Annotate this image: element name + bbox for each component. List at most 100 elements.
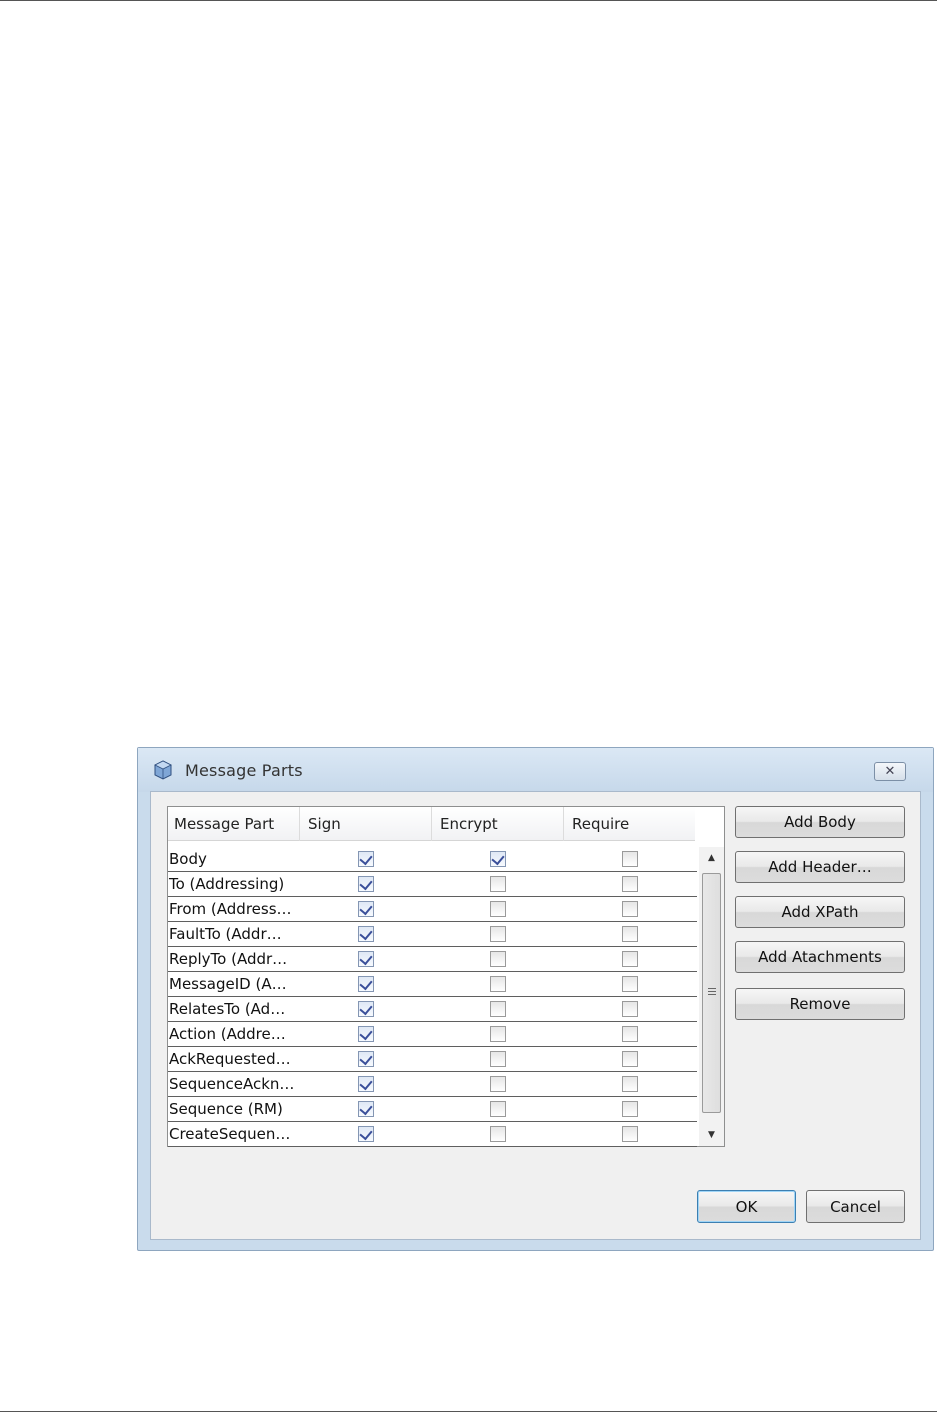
add-header-button[interactable]: Add Header… — [735, 851, 905, 883]
sign-cell — [300, 972, 432, 996]
table-row[interactable]: SequenceAckn… — [168, 1072, 697, 1097]
ok-button[interactable]: OK — [697, 1190, 796, 1223]
message-part-name: ReplyTo (Addr… — [169, 950, 288, 968]
sign-checkbox[interactable] — [358, 901, 374, 917]
encrypt-checkbox[interactable] — [490, 1126, 506, 1142]
encrypt-checkbox[interactable] — [490, 851, 506, 867]
require-cell — [564, 847, 697, 871]
require-checkbox[interactable] — [622, 1076, 638, 1092]
message-part-name: RelatesTo (Ad… — [169, 1000, 286, 1018]
sign-checkbox[interactable] — [358, 1051, 374, 1067]
cancel-button[interactable]: Cancel — [806, 1190, 905, 1223]
encrypt-cell — [432, 1122, 564, 1146]
require-cell — [564, 897, 697, 921]
message-part-name: CreateSequen… — [169, 1125, 291, 1143]
message-parts-table: Message Part Sign Encrypt Require Body To… — [167, 806, 725, 1147]
require-cell — [564, 1072, 697, 1096]
sign-cell — [300, 1047, 432, 1071]
table-row[interactable]: Action (Addre… — [168, 1022, 697, 1047]
dialog-titlebar[interactable]: Message Parts ✕ — [138, 748, 933, 792]
page-bottom-rule — [0, 1411, 937, 1412]
vertical-scrollbar[interactable]: ▲ ▼ — [699, 847, 724, 1146]
column-header-message-part[interactable]: Message Part — [168, 807, 300, 841]
table-row[interactable]: AckRequested… — [168, 1047, 697, 1072]
encrypt-checkbox[interactable] — [490, 876, 506, 892]
message-parts-dialog: Message Parts ✕ Message Part Sign Encryp… — [137, 747, 934, 1251]
sign-checkbox[interactable] — [358, 851, 374, 867]
table-row[interactable]: ReplyTo (Addr… — [168, 947, 697, 972]
sign-cell — [300, 1072, 432, 1096]
encrypt-checkbox[interactable] — [490, 1101, 506, 1117]
message-part-name: AckRequested… — [169, 1050, 291, 1068]
close-button[interactable]: ✕ — [874, 762, 906, 781]
require-checkbox[interactable] — [622, 951, 638, 967]
table-row[interactable]: CreateSequen… — [168, 1122, 697, 1147]
sign-checkbox[interactable] — [358, 926, 374, 942]
require-checkbox[interactable] — [622, 926, 638, 942]
encrypt-checkbox[interactable] — [490, 976, 506, 992]
column-header-sign[interactable]: Sign — [300, 807, 432, 841]
require-checkbox[interactable] — [622, 876, 638, 892]
sign-cell — [300, 922, 432, 946]
encrypt-cell — [432, 847, 564, 871]
sign-cell — [300, 872, 432, 896]
require-checkbox[interactable] — [622, 1026, 638, 1042]
require-cell — [564, 1047, 697, 1071]
table-row[interactable]: To (Addressing) — [168, 872, 697, 897]
sign-cell — [300, 997, 432, 1021]
require-checkbox[interactable] — [622, 976, 638, 992]
require-checkbox[interactable] — [622, 901, 638, 917]
require-checkbox[interactable] — [622, 1101, 638, 1117]
encrypt-cell — [432, 872, 564, 896]
sign-checkbox[interactable] — [358, 976, 374, 992]
table-row[interactable]: FaultTo (Addr… — [168, 922, 697, 947]
message-part-name: To (Addressing) — [169, 875, 285, 893]
require-checkbox[interactable] — [622, 1001, 638, 1017]
add-xpath-button[interactable]: Add XPath — [735, 896, 905, 928]
require-checkbox[interactable] — [622, 1126, 638, 1142]
add-attachments-button[interactable]: Add Atachments — [735, 941, 905, 973]
sign-checkbox[interactable] — [358, 1101, 374, 1117]
encrypt-cell — [432, 1022, 564, 1046]
encrypt-checkbox[interactable] — [490, 926, 506, 942]
encrypt-checkbox[interactable] — [490, 901, 506, 917]
encrypt-cell — [432, 947, 564, 971]
encrypt-checkbox[interactable] — [490, 1026, 506, 1042]
encrypt-cell — [432, 997, 564, 1021]
encrypt-checkbox[interactable] — [490, 951, 506, 967]
table-row[interactable]: From (Address… — [168, 897, 697, 922]
require-cell — [564, 997, 697, 1021]
require-checkbox[interactable] — [622, 1051, 638, 1067]
arrow-up-icon[interactable]: ▲ — [699, 847, 724, 869]
table-row[interactable]: RelatesTo (Ad… — [168, 997, 697, 1022]
encrypt-checkbox[interactable] — [490, 1001, 506, 1017]
require-cell — [564, 872, 697, 896]
column-header-encrypt[interactable]: Encrypt — [432, 807, 564, 841]
sign-cell — [300, 947, 432, 971]
encrypt-checkbox[interactable] — [490, 1051, 506, 1067]
remove-button[interactable]: Remove — [735, 988, 905, 1020]
require-checkbox[interactable] — [622, 851, 638, 867]
close-icon: ✕ — [884, 764, 896, 779]
table-row[interactable]: MessageID (A… — [168, 972, 697, 997]
sign-checkbox[interactable] — [358, 876, 374, 892]
message-part-name: From (Address… — [169, 900, 292, 918]
encrypt-cell — [432, 1072, 564, 1096]
arrow-down-icon[interactable]: ▼ — [699, 1124, 724, 1146]
sign-checkbox[interactable] — [358, 1076, 374, 1092]
column-header-require[interactable]: Require — [564, 807, 695, 841]
cube-icon — [154, 760, 172, 780]
add-body-button[interactable]: Add Body — [735, 806, 905, 838]
message-part-name: SequenceAckn… — [169, 1075, 295, 1093]
sign-checkbox[interactable] — [358, 1126, 374, 1142]
scrollbar-thumb[interactable] — [702, 873, 721, 1113]
table-row[interactable]: Sequence (RM) — [168, 1097, 697, 1122]
sign-checkbox[interactable] — [358, 1001, 374, 1017]
encrypt-checkbox[interactable] — [490, 1076, 506, 1092]
sign-cell — [300, 847, 432, 871]
table-row[interactable]: Body — [168, 847, 697, 872]
sign-checkbox[interactable] — [358, 951, 374, 967]
sign-checkbox[interactable] — [358, 1026, 374, 1042]
require-cell — [564, 947, 697, 971]
require-cell — [564, 1097, 697, 1121]
